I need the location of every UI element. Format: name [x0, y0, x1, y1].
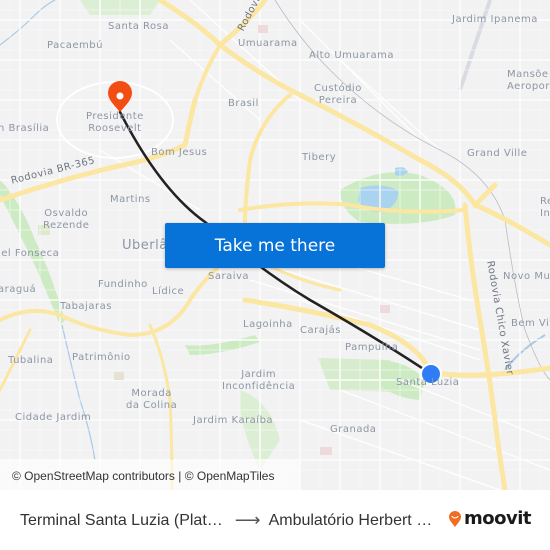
- label-morada-da-colina: Morada da Colina: [126, 388, 178, 411]
- label-lidice: Lídice: [152, 286, 185, 297]
- label-daniel-fonseca: iel Fonseca: [0, 248, 60, 259]
- park-area: [185, 335, 260, 355]
- label-tibery: Tibery: [302, 152, 337, 163]
- label-presidente-roosevelt: Presidente Roosevelt: [86, 111, 144, 134]
- label-novo-mundo: Novo Mu: [503, 271, 550, 282]
- moovit-logo[interactable]: moovit: [448, 508, 532, 529]
- destination-name: Ambulatório Herbert …: [268, 511, 433, 529]
- moovit-wordmark: moovit: [464, 508, 532, 529]
- label-alto-umuarama: Alto Umuarama: [309, 50, 394, 61]
- label-jardim-karaiba: Jardim Karaíba: [193, 415, 274, 426]
- label-uberlandia: Uberlâ: [122, 238, 168, 253]
- building: [320, 447, 332, 455]
- label-jardim-ipanema: Jardim Ipanema: [452, 14, 538, 25]
- label-patrimonio: Patrimônio: [72, 352, 131, 363]
- label-brasil: Brasil: [228, 98, 259, 109]
- label-osvaldo-rezende: Osvaldo Rezende: [43, 208, 90, 231]
- label-fundinho: Fundinho: [98, 279, 148, 290]
- label-martins: Martins: [110, 194, 151, 205]
- label-mansoes-aeroporto: Mansõe Aeropor: [507, 69, 550, 92]
- label-tubalina: Tubalina: [8, 355, 54, 366]
- label-custodio-pereira: Custódio Pereira: [314, 83, 362, 106]
- label-brasilia: n Brasília: [0, 123, 50, 134]
- map-pin-icon[interactable]: [108, 81, 132, 112]
- label-pacaembu: Pacaembú: [47, 40, 103, 51]
- label-saraiva: Saraiva: [208, 271, 250, 282]
- map-attribution[interactable]: © OpenStreetMap contributors | © OpenMap…: [0, 460, 300, 490]
- label-bem-viver: Bem Viv: [511, 318, 550, 329]
- moovit-pin-icon: [449, 510, 461, 527]
- label-pampulha: Pampulha: [345, 342, 399, 353]
- building: [114, 372, 124, 380]
- label-jardim-inconfidencia: Jardim Inconfidência: [222, 369, 296, 392]
- label-umuarama: Umuarama: [238, 38, 298, 49]
- label-carajas: Carajás: [300, 325, 341, 336]
- stream: [0, 0, 56, 46]
- label-cidade-jardim: Cidade Jardim: [15, 412, 92, 423]
- label-lagoinha: Lagoinha: [243, 319, 293, 330]
- building: [258, 25, 268, 33]
- arrow-right-icon: ⟶: [234, 510, 261, 530]
- take-me-there-button[interactable]: Take me there: [165, 223, 385, 268]
- label-santa-rosa: Santa Rosa: [108, 21, 169, 32]
- label-jaragua: araguá: [0, 284, 37, 295]
- label-granada: Granada: [330, 424, 377, 435]
- label-bom-jesus: Bom Jesus: [151, 147, 208, 158]
- building: [380, 305, 390, 313]
- origin-name: Terminal Santa Luzia (Plat…: [20, 511, 223, 529]
- label-tabajaras: Tabajaras: [60, 301, 112, 312]
- label-res-integracao: Re In: [540, 196, 550, 219]
- route-summary: Terminal Santa Luzia (Plat… ⟶ Ambulatóri…: [20, 510, 432, 531]
- stream: [61, 324, 96, 461]
- label-santa-luzia: Santa Luzia: [396, 377, 460, 388]
- label-grand-ville: Grand Ville: [467, 148, 528, 159]
